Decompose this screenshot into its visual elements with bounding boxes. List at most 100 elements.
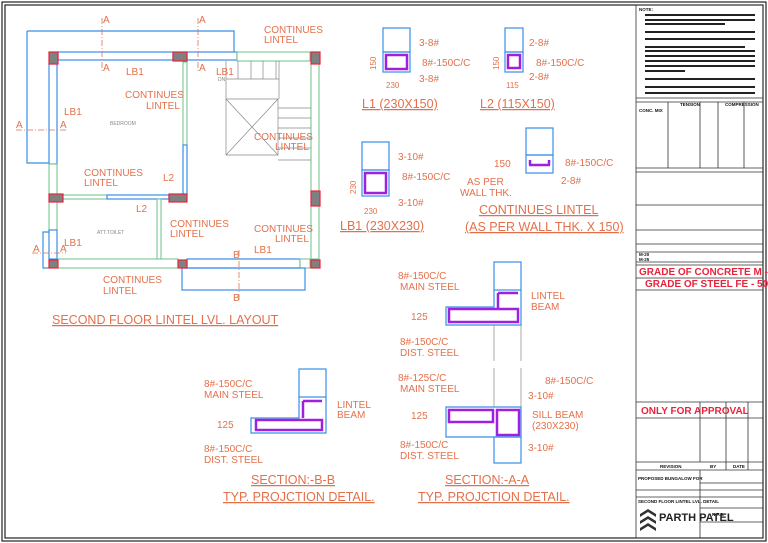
lb1-top-bars: 3-10# <box>398 152 424 163</box>
aa-dist-steel: 8#-150C/C <box>400 337 448 348</box>
bb-dist-steel: DIST. STEEL <box>204 455 263 466</box>
lb1-bottom-bars: 3-10# <box>398 198 424 209</box>
compression-header: COMPRESSION <box>725 102 759 107</box>
l1-top-bars: 3-8# <box>419 38 439 49</box>
aa-dist-steel-2: 8#-150C/C <box>400 440 448 451</box>
conc-mix-label: CONC. MIX <box>639 108 663 113</box>
section-aa: 8#-150C/C MAIN STEEL LINTEL BEAM 125 8#-… <box>398 261 593 504</box>
lintel-details: 3-8# 8#-150C/C 3-8# 230 150 2-8# 8#-150C… <box>340 27 624 234</box>
l2-width: 115 <box>506 81 519 90</box>
aa-dist-steel: DIST. STEEL <box>400 348 459 359</box>
section-mark-b: B <box>233 293 240 304</box>
l2-bottom-bars: 2-8# <box>529 72 549 83</box>
aa-beam-label: LINTEL <box>531 291 565 302</box>
aa-sill-bottom: 3-10# <box>528 443 554 454</box>
lb1-height: 230 <box>349 180 358 194</box>
lb1-stirrup: 8#-150C/C <box>402 172 450 183</box>
l2-title: L2 (115X150) <box>480 97 555 111</box>
by-header: BY <box>710 464 716 469</box>
approval-stamp: ONLY FOR APPROVAL <box>641 406 749 417</box>
aa-dim: 125 <box>411 312 428 323</box>
title-block: NOTE: CONC. MIX TENSION COMPRESSION M-20… <box>635 4 768 539</box>
continues-lintel-label: LINTEL <box>275 142 309 153</box>
l2-stirrup: 8#-150C/C <box>536 58 584 69</box>
grade-of-concrete: GRADE OF CONCRETE M - 25 <box>639 267 768 278</box>
aa-dist-steel-2: DIST. STEEL <box>400 451 459 462</box>
floor-plan: DN BEDROOM ATT.TOILET A A A A A A A A B … <box>16 15 323 327</box>
lb1-label: LB1 <box>254 245 272 256</box>
section-mark-b: B <box>233 250 240 261</box>
revision-header: REVISION <box>660 464 682 469</box>
section-mark-a: A <box>33 244 40 255</box>
continues-lintel-label: LINTEL <box>146 101 180 112</box>
bb-main-steel: 8#-150C/C <box>204 379 252 390</box>
aa-main-steel: 8#-150C/C <box>398 271 446 282</box>
section-bb: 8#-150C/C MAIN STEEL LINTEL BEAM 125 8#-… <box>204 368 375 504</box>
scale-value: N.T.S. <box>712 512 724 517</box>
section-mark-a: A <box>103 15 110 26</box>
tension-header: TENSION <box>680 102 700 107</box>
aa-sill-label: SILL BEAM <box>532 410 583 421</box>
bb-dist-steel: 8#-150C/C <box>204 444 252 455</box>
section-bb-subtitle: TYP. PROJCTION DETAIL. <box>223 490 375 504</box>
section-mark-a: A <box>199 15 206 26</box>
lb1-width: 230 <box>364 207 378 216</box>
l1-stirrup: 8#-150C/C <box>422 58 470 69</box>
cont-width-label: AS PER <box>467 177 504 188</box>
section-mark-a: A <box>199 63 206 74</box>
continues-lintel-label: CONTINUES <box>103 275 162 286</box>
l2-label: L2 <box>136 204 148 215</box>
bb-main-steel: MAIN STEEL <box>204 390 264 401</box>
continues-lintel-label: CONTINUES <box>125 90 184 101</box>
grade-of-steel: GRADE OF STEEL FE - 500 <box>645 279 768 290</box>
l2-height: 150 <box>492 56 501 70</box>
date-header: DATE <box>733 464 745 469</box>
l1-bottom-bars: 3-8# <box>419 74 439 85</box>
plan-title: SECOND FLOOR LINTEL LVL. LAYOUT <box>52 313 279 327</box>
l1-height: 150 <box>369 56 378 70</box>
aa-sill-top: 3-10# <box>528 391 554 402</box>
aa-beam-label: BEAM <box>531 302 559 313</box>
toilet-label: ATT.TOILET <box>97 230 124 236</box>
continues-lintel-label: LINTEL <box>170 229 204 240</box>
lb1-label: LB1 <box>64 107 82 118</box>
project-name: PROPOSED BUNGALOW FOR <box>638 476 703 481</box>
continues-lintel-label: LINTEL <box>275 234 309 245</box>
drawing-title: SECOND FLOOR LINTEL LVL. DETAIL <box>638 499 719 504</box>
continues-lintel-label: LINTEL <box>84 178 118 189</box>
section-aa-subtitle: TYP. PROJCTION DETAIL. <box>418 490 570 504</box>
aa-sill-label: (230X230) <box>532 421 579 432</box>
l1-title: L1 (230X150) <box>362 97 438 111</box>
aa-dim-2: 125 <box>411 411 428 422</box>
section-mark-a: A <box>16 120 23 131</box>
aa-main-steel-2: 8#-125C/C <box>398 373 446 384</box>
section-bb-title: SECTION:-B-B <box>251 473 335 487</box>
bedroom-label: BEDROOM <box>110 121 136 127</box>
cont-subtitle: (AS PER WALL THK. X 150) <box>465 220 624 234</box>
l1-width: 230 <box>386 81 400 90</box>
cont-stirrup: 8#-150C/C <box>565 158 613 169</box>
section-mark-a: A <box>103 63 110 74</box>
mix-row: M-25 <box>639 257 650 262</box>
cont-bottom-bars: 2-8# <box>561 176 581 187</box>
lb1-title: LB1 (230X230) <box>340 219 424 233</box>
continues-lintel-label: LINTEL <box>264 35 298 46</box>
bb-dim: 125 <box>217 420 234 431</box>
l2-label: L2 <box>163 173 175 184</box>
cont-height: 150 <box>494 159 511 170</box>
cont-title: CONTINUES LINTEL <box>479 203 599 217</box>
continues-lintel-label: LINTEL <box>103 286 137 297</box>
lb1-label: LB1 <box>64 238 82 249</box>
section-mark-a: A <box>60 120 67 131</box>
company-logo-icon <box>640 509 656 531</box>
lb1-label: LB1 <box>126 67 144 78</box>
notes-heading: NOTE: <box>639 7 654 12</box>
drawing-sheet: DN BEDROOM ATT.TOILET A A A A A A A A B … <box>1 1 768 542</box>
lb1-label: LB1 <box>216 67 234 78</box>
aa-main-steel-2: MAIN STEEL <box>400 384 460 395</box>
bb-beam-label: BEAM <box>337 410 365 421</box>
aa-main-steel: MAIN STEEL <box>400 282 460 293</box>
cont-width-label: WALL THK. <box>460 188 512 199</box>
aa-sill-stirrup: 8#-150C/C <box>545 376 593 387</box>
l2-top-bars: 2-8# <box>529 38 549 49</box>
